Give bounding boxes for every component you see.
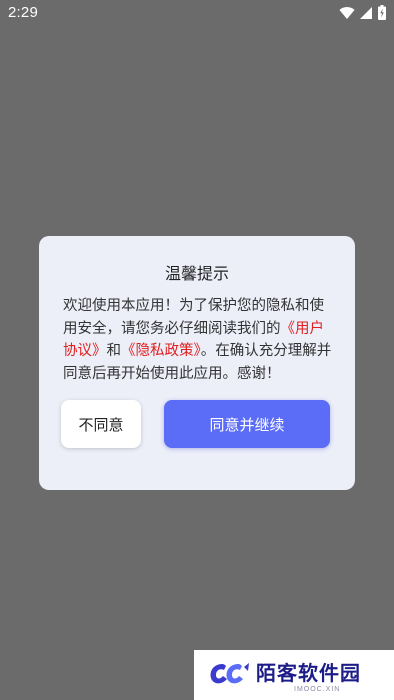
watermark-subtext: IMOOC.XIN (294, 686, 341, 693)
watermark: 陌客软件园 IMOOC.XIN (194, 650, 394, 700)
dialog-title: 温馨提示 (164, 264, 229, 283)
privacy-dialog: 温馨提示 欢迎使用本应用！为了保护您的隐私和使用安全，请您务必仔细阅读我们的《用… (39, 236, 355, 490)
watermark-text: 陌客软件园 (256, 661, 361, 685)
agree-continue-button[interactable]: 同意并继续 (164, 400, 330, 448)
disagree-button[interactable]: 不同意 (61, 400, 141, 448)
watermark-logo-icon (208, 661, 250, 691)
battery-icon (378, 5, 386, 20)
dialog-message-and: 和 (106, 343, 122, 359)
cell-signal-icon (360, 6, 373, 20)
dialog-message: 欢迎使用本应用！为了保护您的隐私和使用安全，请您务必仔细阅读我们的《用户协议》和… (63, 295, 335, 385)
wifi-icon (339, 6, 355, 20)
status-time: 2:29 (8, 4, 38, 21)
privacy-policy-link[interactable]: 《隐私政策》 (121, 343, 201, 359)
status-icons (339, 5, 386, 20)
status-bar: 2:29 (0, 0, 394, 26)
